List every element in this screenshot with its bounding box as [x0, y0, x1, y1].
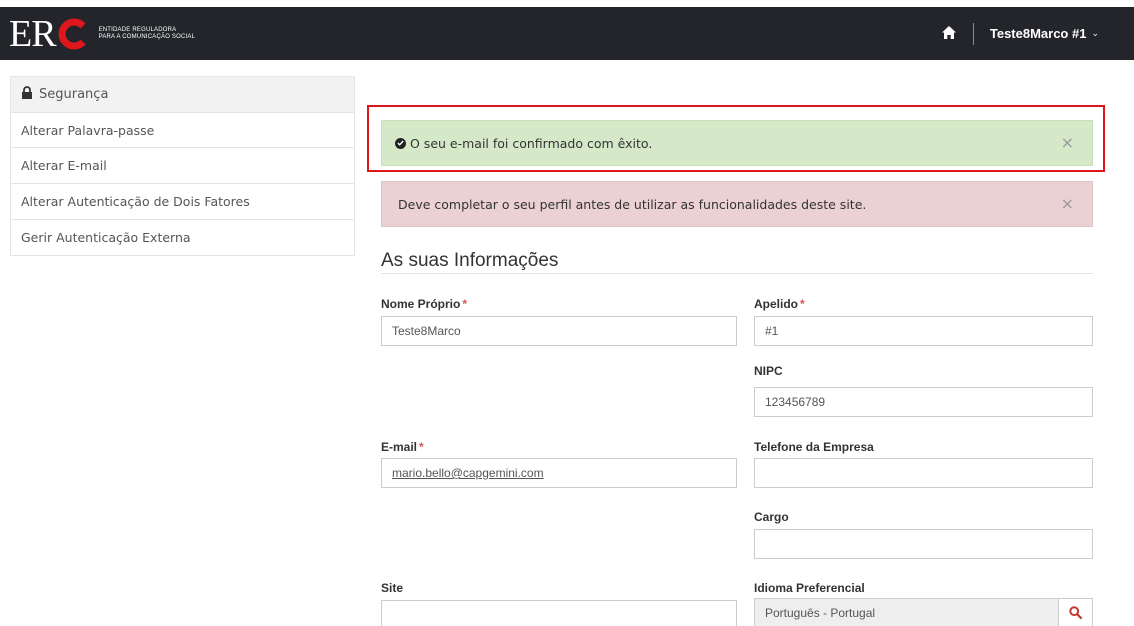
security-sidebar: Segurança Alterar Palavra-passe Alterar … — [10, 76, 355, 256]
company-phone-field[interactable] — [754, 458, 1093, 488]
profile-incomplete-alert: Deve completar o seu perfil antes de uti… — [381, 181, 1093, 227]
nav-divider — [972, 22, 974, 45]
logo-subtitle-line2: PARA A COMUNICAÇÃO SOCIAL — [98, 34, 196, 40]
last-name-label-text: Apelido — [754, 297, 798, 311]
role-label: Cargo — [754, 510, 789, 524]
home-button[interactable] — [933, 7, 965, 60]
email-field[interactable]: mario.bello@capgemini.com — [381, 458, 737, 488]
first-name-value: Teste8Marco — [392, 324, 461, 338]
title-divider — [381, 273, 1093, 274]
sidebar-title: Segurança — [39, 87, 109, 102]
success-alert: O seu e-mail foi confirmado com êxito. × — [381, 120, 1093, 166]
logo-subtitle-line1: ENTIDADE REGULADORA — [98, 27, 177, 33]
company-phone-label: Telefone da Empresa — [754, 440, 874, 454]
search-icon — [1069, 604, 1083, 623]
home-icon — [941, 24, 956, 43]
logo-c-mark — [57, 18, 89, 50]
nipc-label: NIPC — [754, 364, 783, 378]
lock-icon — [21, 86, 39, 103]
language-field[interactable]: Português - Portugal — [754, 598, 1059, 626]
site-field[interactable] — [381, 600, 737, 626]
language-value: Português - Portugal — [765, 606, 876, 620]
logo-letters: ER — [9, 13, 57, 55]
chevron-down-icon: ⌄ — [1091, 28, 1099, 38]
required-mark: * — [419, 440, 424, 454]
first-name-field[interactable]: Teste8Marco — [381, 316, 737, 346]
required-mark: * — [800, 297, 805, 311]
email-label: E-mail * — [381, 440, 424, 454]
last-name-label: Apelido * — [754, 297, 805, 311]
site-label: Site — [381, 581, 404, 595]
check-circle-icon — [395, 137, 406, 149]
last-name-field[interactable]: #1 — [754, 316, 1093, 346]
user-name: Teste8Marco #1 — [989, 26, 1087, 41]
close-icon[interactable]: × — [1061, 133, 1074, 153]
top-navbar: ER ENTIDADE REGULADORA PARA A COMUNICAÇÃ… — [0, 7, 1134, 60]
sidebar-item-change-password[interactable]: Alterar Palavra-passe — [10, 112, 355, 148]
role-field[interactable] — [754, 529, 1093, 559]
email-value: mario.bello@capgemini.com — [392, 466, 544, 480]
required-mark: * — [462, 297, 468, 311]
success-alert-text: O seu e-mail foi confirmado com êxito. — [410, 135, 653, 151]
erc-logo[interactable]: ER ENTIDADE REGULADORA PARA A COMUNICAÇÃ… — [9, 14, 195, 54]
sidebar-item-change-email[interactable]: Alterar E-mail — [10, 148, 355, 184]
sidebar-item-external-auth[interactable]: Gerir Autenticação Externa — [10, 220, 355, 256]
nipc-value: 123456789 — [765, 395, 826, 409]
sidebar-header: Segurança — [10, 76, 355, 112]
last-name-value: #1 — [765, 324, 779, 338]
close-icon[interactable]: × — [1061, 194, 1074, 214]
email-label-text: E-mail — [381, 440, 418, 454]
user-menu-dropdown[interactable]: Teste8Marco #1 ⌄ — [990, 26, 1099, 41]
page-title: As suas Informações — [381, 250, 559, 271]
logo-subtitle: ENTIDADE REGULADORA PARA A COMUNICAÇÃO S… — [99, 27, 196, 41]
danger-alert-text: Deve completar o seu perfil antes de uti… — [398, 196, 867, 212]
first-name-label-text: Nome Próprio — [381, 297, 461, 311]
first-name-label: Nome Próprio * — [381, 297, 467, 311]
language-label: Idioma Preferencial — [754, 581, 865, 595]
language-search-button[interactable] — [1058, 598, 1093, 626]
sidebar-item-two-factor[interactable]: Alterar Autenticação de Dois Fatores — [10, 184, 355, 220]
nipc-field[interactable]: 123456789 — [754, 387, 1093, 417]
